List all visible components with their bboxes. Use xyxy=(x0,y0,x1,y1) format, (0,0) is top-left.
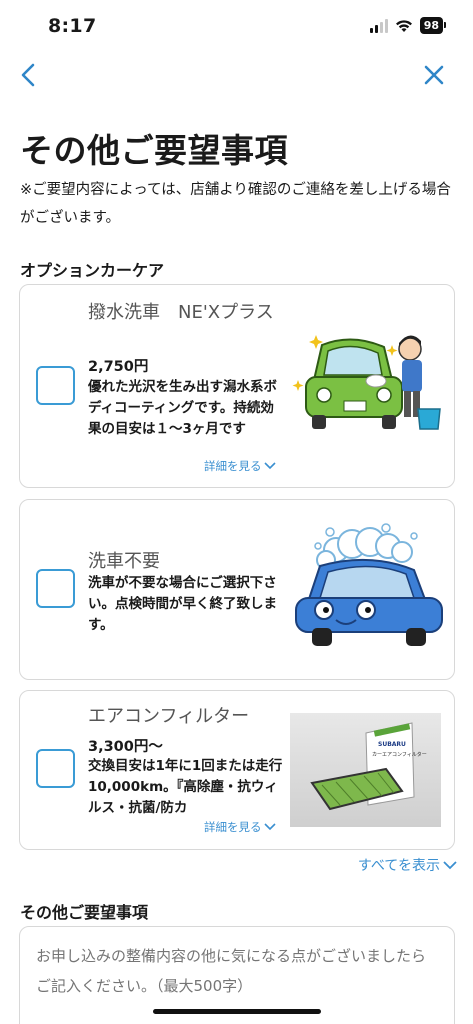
request-section-label: その他ご要望事項 xyxy=(20,903,149,922)
option-price: 2,750円 xyxy=(88,359,149,375)
show-all-label: すべてを表示 xyxy=(357,858,440,874)
product-brand: SUBARU xyxy=(378,741,406,748)
status-icons: 98 xyxy=(369,17,447,34)
option-card-coating: 撥水洗車 NE'Xプラス 2,750円 優れた光沢を生み出す潟水系ボディコーティ… xyxy=(19,284,455,488)
ac-filter-photo: SUBARU カーエアコンフィルター xyxy=(290,713,441,827)
washed-car-illustration xyxy=(295,523,443,646)
page-title: その他ご要望事項 xyxy=(20,131,288,170)
home-indicator[interactable] xyxy=(153,1009,321,1014)
details-link[interactable]: 詳細を見る xyxy=(204,819,276,835)
wifi-icon xyxy=(395,19,412,32)
car-wash-illustration xyxy=(292,335,441,430)
option-price: 3,300円～ xyxy=(88,739,163,755)
signal-icon xyxy=(369,18,388,33)
ac-filter-product-image xyxy=(310,722,415,811)
option-checkbox[interactable] xyxy=(36,749,75,788)
option-description: 交換目安は1年に1回または走行10,000km。『高除塵・抗ウィルス・抗菌/防カ xyxy=(88,758,283,816)
product-name: カーエアコンフィルター xyxy=(372,752,427,758)
status-time: 8:17 xyxy=(48,15,97,37)
details-link[interactable]: 詳細を見る xyxy=(204,458,276,474)
status-bar: 8:17 98 xyxy=(0,0,473,50)
show-all-link[interactable]: すべてを表示 xyxy=(358,855,457,875)
chevron-down-icon xyxy=(263,462,276,470)
option-description: 優れた光沢を生み出す潟水系ボディコーティングです。持続効果の目安は１～3ヶ月です xyxy=(88,379,277,437)
page-note: ※ご要望内容によっては、店舗より確認のご連絡を差し上げる場合がございます。 xyxy=(20,182,451,226)
option-checkbox[interactable] xyxy=(36,366,75,405)
close-icon[interactable] xyxy=(421,62,447,88)
back-chevron-icon[interactable] xyxy=(14,60,44,90)
option-section-label: オプションカーケア xyxy=(20,261,165,280)
battery-indicator: 98 xyxy=(419,17,447,34)
option-checkbox[interactable] xyxy=(36,569,75,608)
chevron-down-icon xyxy=(263,823,276,831)
option-description: 洗車が不要な場合にご選択下さい。点検時間が早く終了致します。 xyxy=(88,575,277,633)
option-title: 撥水洗車 NE'Xプラス xyxy=(88,302,274,323)
option-card-ac-filter: エアコンフィルター 3,300円～ 交換目安は1年に1回または走行10,000k… xyxy=(19,690,455,850)
option-card-no-wash: 洗車不要 洗車が不要な場合にご選択下さい。点検時間が早く終了致します。 xyxy=(19,499,455,680)
option-title: エアコンフィルター xyxy=(88,706,250,727)
details-link-label: 詳細を見る xyxy=(204,459,262,473)
details-link-label: 詳細を見る xyxy=(204,820,262,834)
chevron-down-icon xyxy=(443,860,457,869)
option-title: 洗車不要 xyxy=(88,551,160,572)
